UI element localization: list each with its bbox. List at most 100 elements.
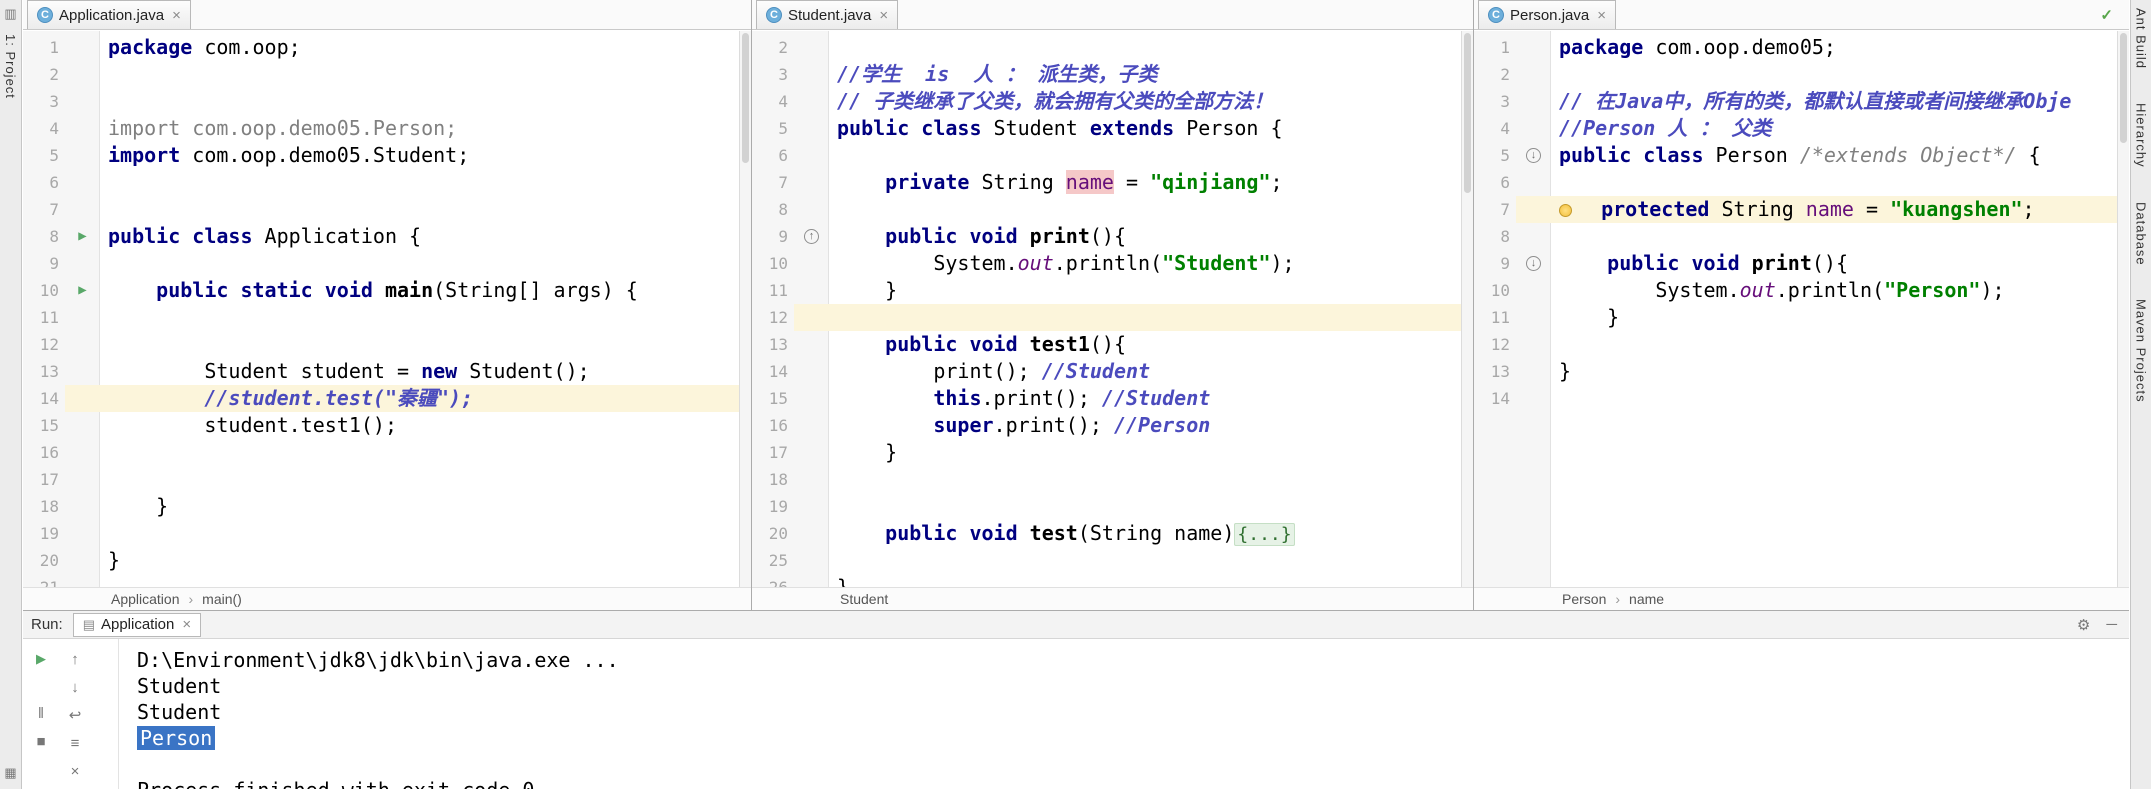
tool-button-maven-projects[interactable]: Maven Projects	[2134, 299, 2149, 403]
breadcrumb-item[interactable]: Application	[111, 591, 180, 607]
code-line[interactable]: 9 ↑ public void print(){	[752, 223, 1473, 250]
code-editor[interactable]: 2 3 //学生 is 人 ： 派生类，子类 4 // 子类继承了父类，就会拥有父类的全…	[752, 31, 1473, 587]
code-line[interactable]: 16 super.print(); //Person	[752, 412, 1473, 439]
code-line[interactable]: 12	[752, 304, 1473, 331]
code-line[interactable]: 10 System.out.println("Student");	[752, 250, 1473, 277]
code-editor[interactable]: 1 package com.oop.demo05; 2 3 // 在Java中，所有的类…	[1474, 31, 2129, 587]
code-line[interactable]: 21	[23, 574, 751, 587]
code-line[interactable]: 25	[752, 547, 1473, 574]
code-line[interactable]: 10 System.out.println("Person");	[1474, 277, 2129, 304]
code-line[interactable]: 6	[23, 169, 751, 196]
code-line[interactable]: 7 private String name = "qinjiang";	[752, 169, 1473, 196]
code-line[interactable]: 9 ↓ public void print(){	[1474, 250, 2129, 277]
code-line[interactable]: 14 print(); //Student	[752, 358, 1473, 385]
tab-application-java[interactable]: C Application.java ×	[27, 0, 191, 29]
code-line[interactable]: 8	[752, 196, 1473, 223]
code-line[interactable]: 8 ▶ public class Application {	[23, 223, 751, 250]
code-line[interactable]: 16	[23, 439, 751, 466]
code-line[interactable]: 17 }	[752, 439, 1473, 466]
code-editor[interactable]: 1 package com.oop; 2 3 4 import com.oop.demo0…	[23, 31, 751, 587]
code-line[interactable]: 4 import com.oop.demo05.Person;	[23, 115, 751, 142]
editor-scrollbar[interactable]	[2117, 31, 2129, 587]
code-line[interactable]: 26}	[752, 574, 1473, 587]
code-line[interactable]: 7	[23, 196, 751, 223]
stop-icon[interactable]: ■	[31, 731, 51, 751]
override-up-icon[interactable]: ↑	[794, 223, 829, 250]
scrollbar-thumb[interactable]	[742, 33, 749, 163]
breadcrumb-item[interactable]: name	[1629, 591, 1664, 607]
code-line[interactable]: 2	[752, 34, 1473, 61]
hide-panel-icon[interactable]: ─	[2106, 616, 2117, 633]
code-line[interactable]: 1 package com.oop.demo05;	[1474, 34, 2129, 61]
run-tab-application[interactable]: ▤ Application ×	[72, 612, 202, 637]
code-line[interactable]: 20 public void test(String name) {...}	[752, 520, 1473, 547]
close-tab-icon[interactable]: ×	[172, 7, 181, 24]
code-line[interactable]: 3	[23, 88, 751, 115]
code-line[interactable]: 14 //student.test("秦疆");	[23, 385, 751, 412]
tool-button-ant-build[interactable]: Ant Build	[2134, 8, 2149, 69]
tab-person-java[interactable]: C Person.java ×	[1478, 0, 1616, 29]
code-line[interactable]: 20}	[23, 547, 751, 574]
code-line[interactable]: 5 public class Student extends Person {	[752, 115, 1473, 142]
console-output[interactable]: D:\Environment\jdk8\jdk\bin\java.exe ...…	[119, 639, 2129, 789]
code-line[interactable]: 18	[752, 466, 1473, 493]
scrollbar-thumb[interactable]	[2120, 33, 2127, 143]
scroll-end-icon[interactable]: ≡	[65, 733, 85, 753]
pause-output-icon[interactable]: ‖	[31, 703, 51, 723]
code-line[interactable]: 5 ↓ public class Person /*extends Object*/…	[1474, 142, 2129, 169]
code-line[interactable]: 10 ▶ public static void main(String[] arg…	[23, 277, 751, 304]
run-icon[interactable]: ▶	[65, 223, 100, 250]
run-icon[interactable]: ▶	[65, 277, 100, 304]
scrollbar-thumb[interactable]	[1464, 33, 1471, 193]
code-line[interactable]: 17	[23, 466, 751, 493]
rerun-icon[interactable]: ▶	[31, 649, 51, 669]
code-line[interactable]: 12	[1474, 331, 2129, 358]
code-line[interactable]: 6	[752, 142, 1473, 169]
code-line[interactable]: 15 student.test1();	[23, 412, 751, 439]
close-tab-icon[interactable]: ×	[879, 7, 888, 24]
code-line[interactable]: 3 //学生 is 人 ： 派生类，子类	[752, 61, 1473, 88]
close-tab-icon[interactable]: ×	[1597, 7, 1606, 24]
tab-student-java[interactable]: C Student.java ×	[756, 0, 899, 29]
settings-gear-icon[interactable]: ⚙	[2077, 616, 2090, 634]
code-line[interactable]: 2	[23, 61, 751, 88]
code-line[interactable]: 3 // 在Java中，所有的类，都默认直接或者间接继承Obje	[1474, 88, 2129, 115]
code-line[interactable]: 19	[23, 520, 751, 547]
breadcrumb-item[interactable]: Person	[1562, 591, 1606, 607]
up-stack-icon[interactable]: ↑	[65, 649, 85, 669]
tool-button-project[interactable]: 1: Project	[3, 34, 18, 99]
code-line[interactable]: 11	[23, 304, 751, 331]
code-line[interactable]: 19	[752, 493, 1473, 520]
inspections-ok-icon[interactable]: ✓	[2100, 6, 2113, 24]
code-line[interactable]: 13 Student student = new Student();	[23, 358, 751, 385]
code-line[interactable]: 6	[1474, 169, 2129, 196]
editor-scrollbar[interactable]	[1461, 31, 1473, 587]
clear-console-icon[interactable]: ×	[65, 761, 85, 781]
code-line[interactable]: 4 // 子类继承了父类，就会拥有父类的全部方法！	[752, 88, 1473, 115]
code-line[interactable]: 9	[23, 250, 751, 277]
code-line[interactable]: 15 this.print(); //Student	[752, 385, 1473, 412]
code-line[interactable]: 18 }	[23, 493, 751, 520]
tool-button-hierarchy[interactable]: Hierarchy	[2134, 103, 2149, 168]
tool-button-database[interactable]: Database	[2134, 202, 2149, 266]
code-line[interactable]: 7 protected String name = "kuangshen";	[1474, 196, 2129, 223]
code-line[interactable]: 13 public void test1(){	[752, 331, 1473, 358]
code-line[interactable]: 11 }	[752, 277, 1473, 304]
down-stack-icon[interactable]: ↓	[65, 677, 85, 697]
breadcrumb-item[interactable]: main()	[202, 591, 242, 607]
code-line[interactable]: 1 package com.oop;	[23, 34, 751, 61]
code-line[interactable]: 13}	[1474, 358, 2129, 385]
tool-window-icon[interactable]: ▥	[4, 6, 16, 22]
editor-scrollbar[interactable]	[739, 31, 751, 587]
breadcrumb-item[interactable]: Student	[840, 591, 888, 607]
toolwindow-switcher-icon[interactable]: ▦	[4, 765, 16, 781]
code-line[interactable]: 8	[1474, 223, 2129, 250]
code-line[interactable]: 4 //Person 人 ： 父类	[1474, 115, 2129, 142]
override-down-icon[interactable]: ↓	[1516, 250, 1551, 277]
close-run-tab-icon[interactable]: ×	[182, 616, 191, 633]
override-down-icon[interactable]: ↓	[1516, 142, 1551, 169]
code-line[interactable]: 5 import com.oop.demo05.Student;	[23, 142, 751, 169]
code-line[interactable]: 11 }	[1474, 304, 2129, 331]
code-line[interactable]: 12	[23, 331, 751, 358]
code-line[interactable]: 14	[1474, 385, 2129, 412]
